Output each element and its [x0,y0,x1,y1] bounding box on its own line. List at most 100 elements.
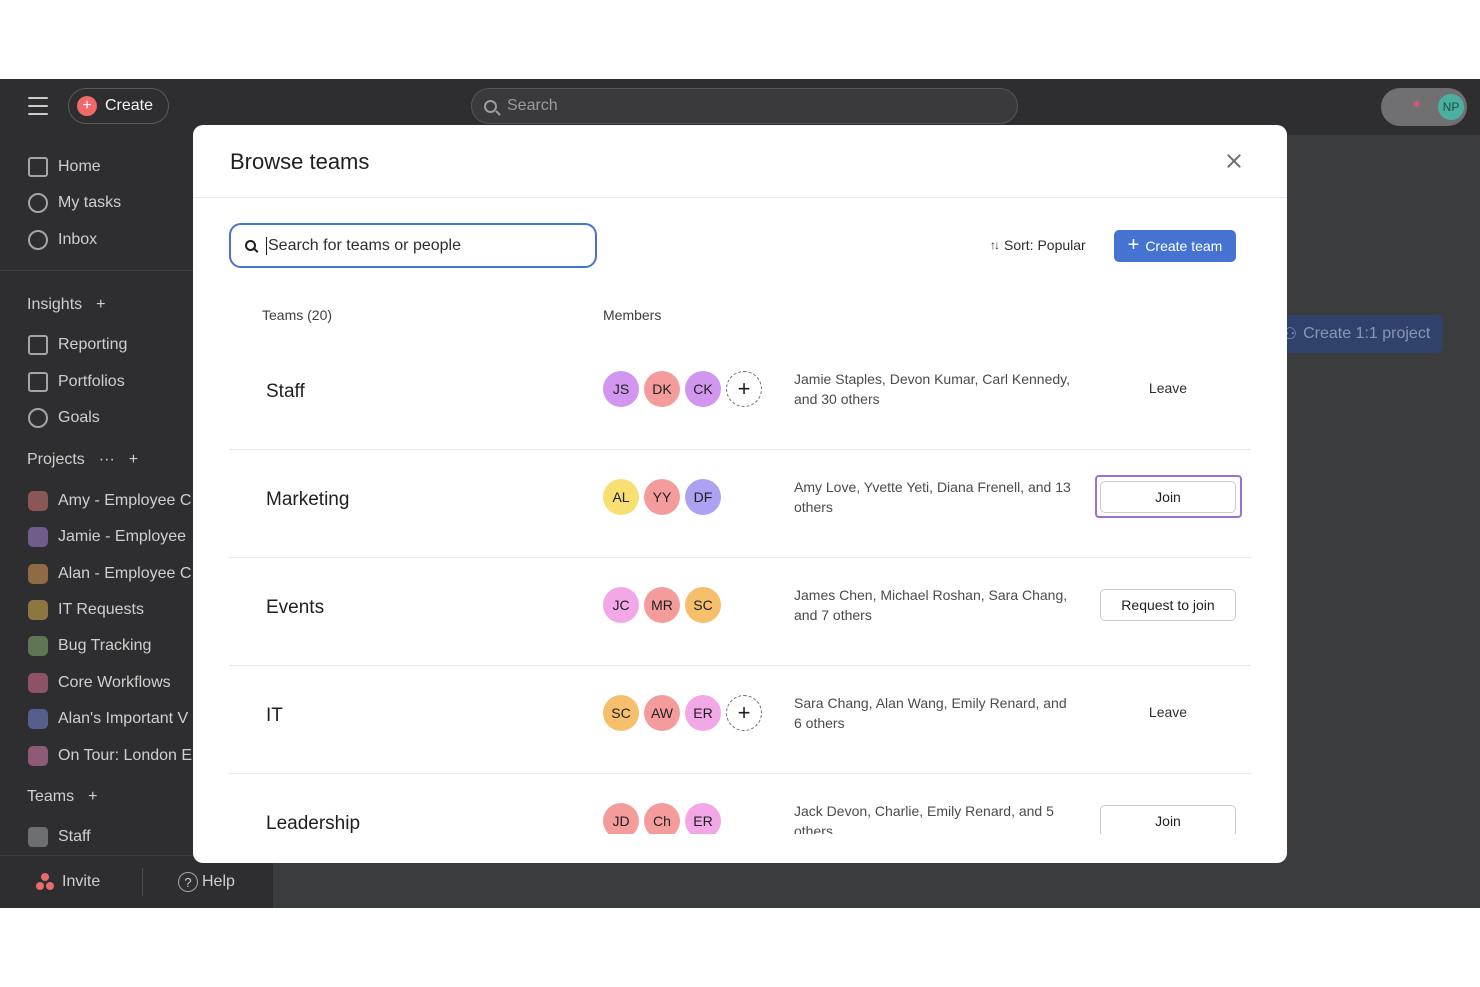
team-name[interactable]: Staff [266,381,305,403]
table-row[interactable]: Leadership JD Ch ER Jack Devon, Charlie, Emi… [229,774,1251,834]
invite-button[interactable]: Invite [36,873,100,891]
sidebar-item-home[interactable]: Home [28,156,101,178]
sidebar-project[interactable]: Alan's Important V [28,708,188,730]
sidebar-section-teams[interactable]: Teams + [27,788,97,806]
project-color-icon [28,746,48,766]
sidebar-item-portfolios[interactable]: Portfolios [28,371,125,393]
section-label: Insights [27,296,83,313]
sidebar-project[interactable]: IT Requests [28,599,144,621]
sort-button[interactable]: ↑↓ Sort: Popular [990,237,1086,253]
request-to-join-button[interactable]: Request to join [1100,589,1236,621]
table-row[interactable]: IT SC AW ER + Sara Chang, Alan Wang, Emily Re… [229,666,1251,774]
add-member-icon[interactable]: + [726,371,762,407]
global-search-placeholder: Search [507,97,558,114]
modal-title: Browse teams [230,149,370,174]
table-row[interactable]: Marketing AL YY DF Amy Love, Yvette Yeti, Di… [229,450,1251,558]
help-icon: ? [178,872,198,892]
avatar: SC [685,587,721,623]
sidebar-item-label: Portfolios [58,373,125,390]
avatar: AW [644,695,680,731]
sidebar-item-label: Inbox [58,231,98,248]
sidebar-item-label: IT Requests [58,601,144,618]
add-member-icon[interactable]: + [726,695,762,731]
browse-teams-modal: Browse teams ↑↓ Sort: Popular + Create t… [193,125,1287,863]
sidebar-project[interactable]: Jamie - Employee [28,526,186,548]
menu-icon[interactable] [28,97,48,115]
avatar: NP [1436,92,1466,122]
sidebar-section-insights[interactable]: Insights + [27,296,105,314]
sidebar-project[interactable]: Amy - Employee C [28,490,191,512]
sidebar-project[interactable]: On Tour: London E [28,745,192,767]
sidebar-project[interactable]: Core Workflows [28,672,171,694]
help-label: Help [202,873,235,890]
sidebar-item-label: Alan - Employee C [58,565,192,582]
avatar: ER [685,803,721,834]
plus-icon: + [77,96,97,116]
plus-icon[interactable]: + [88,788,97,806]
search-icon [245,240,256,251]
team-name[interactable]: IT [266,705,283,727]
sidebar-item-reporting[interactable]: Reporting [28,334,127,356]
asana-logo-icon: ✶ [1411,96,1423,112]
help-button[interactable]: ? Help [178,872,235,892]
table-row[interactable]: Staff JS DK CK + Jamie Staples, Devon Kumar, … [229,342,1251,450]
create-project-button[interactable]: ⚇ Create 1:1 project [1270,315,1443,353]
sidebar-item-label: Reporting [58,336,128,353]
avatar: YY [644,479,680,515]
sidebar-item-goals[interactable]: Goals [28,407,100,429]
plus-icon[interactable]: + [129,451,138,469]
folder-icon [28,709,48,729]
avatar: DK [644,371,680,407]
team-list: Staff JS DK CK + Jamie Staples, Devon Kumar, … [229,342,1251,834]
account-menu[interactable]: ✶ NP [1381,88,1467,126]
invite-label: Invite [62,873,101,890]
global-search[interactable]: Search [471,88,1018,124]
sidebar-section-projects[interactable]: Projects ··· + [27,451,138,469]
create-button[interactable]: + Create [68,88,169,124]
sidebar-item-label: Core Workflows [58,674,171,691]
member-avatars: JD Ch ER [603,803,721,834]
create-team-button[interactable]: + Create team [1114,230,1236,262]
sidebar-item-label: Home [58,158,101,175]
team-name[interactable]: Leadership [266,813,360,834]
project-color-icon [28,491,48,511]
avatar: ER [685,695,721,731]
join-button[interactable]: Join [1100,805,1236,834]
project-color-icon [28,564,48,584]
members-summary: Sara Chang, Alan Wang, Emily Renard, and… [794,695,1067,731]
avatar: JD [603,803,639,834]
folder-icon [28,372,48,392]
leave-button[interactable]: Leave [1100,704,1236,720]
member-avatars: AL YY DF [603,479,721,515]
create-project-label: Create 1:1 project [1303,325,1431,342]
plus-icon[interactable]: + [96,296,105,314]
leave-button[interactable]: Leave [1100,380,1236,396]
sidebar-project[interactable]: Bug Tracking [28,635,151,657]
sidebar-project[interactable]: Alan - Employee C [28,563,191,585]
more-icon[interactable]: ··· [99,451,115,469]
chart-line-icon [28,335,48,355]
project-color-icon [28,636,48,656]
table-row[interactable]: Events JC MR SC James Chen, Michael Roshan, … [229,558,1251,666]
avatar: JC [603,587,639,623]
member-avatars: JS DK CK + [603,371,762,407]
sidebar-item-my-tasks[interactable]: My tasks [28,192,121,214]
team-search-field[interactable] [229,223,597,268]
sort-arrows-icon: ↑↓ [990,238,1000,252]
sidebar-item-inbox[interactable]: Inbox [28,229,97,251]
modal-header: Browse teams [193,125,1287,198]
close-icon[interactable] [1222,149,1246,173]
search-icon [484,99,497,113]
avatar: MR [644,587,680,623]
team-search-input[interactable] [266,236,566,255]
team-name[interactable]: Events [266,597,324,619]
person-icon [28,408,48,428]
join-button[interactable]: Join [1100,481,1236,513]
create-team-label: Create team [1145,238,1223,254]
section-label: Projects [27,451,85,468]
folder-icon [28,673,48,693]
sidebar-item-staff[interactable]: Staff [28,826,91,848]
sidebar-item-label: My tasks [58,194,122,211]
team-name[interactable]: Marketing [266,489,349,511]
people-icon [28,827,48,847]
